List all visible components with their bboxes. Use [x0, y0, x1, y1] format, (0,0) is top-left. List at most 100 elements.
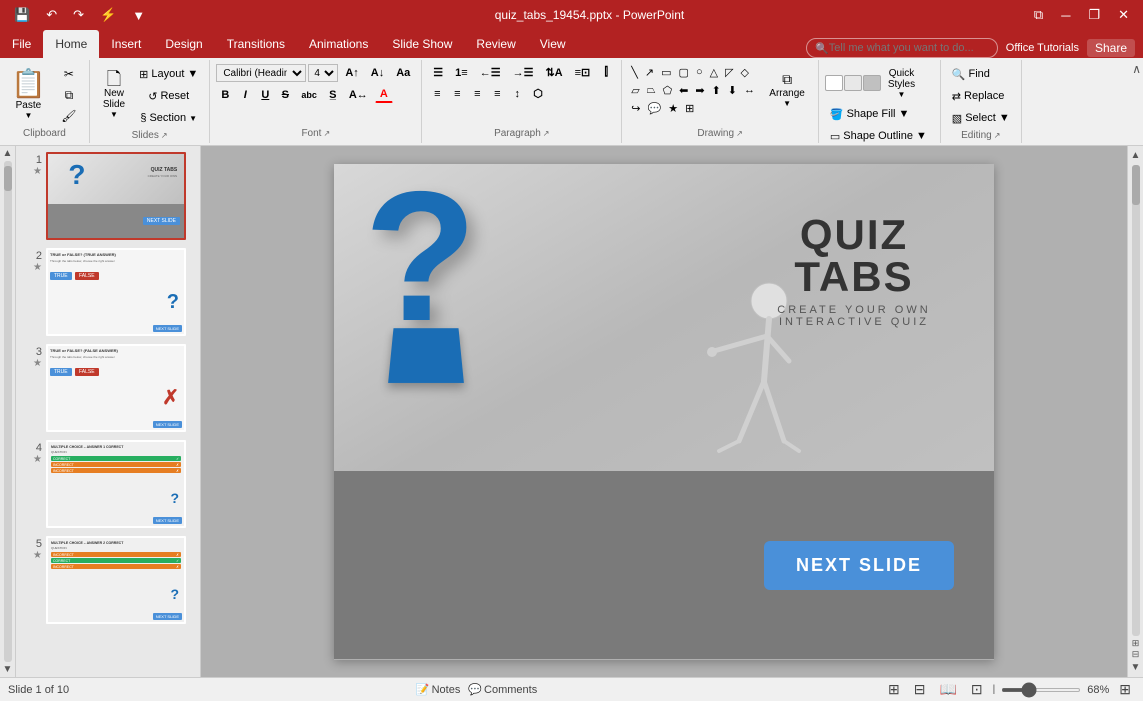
- slide-thumbnail-3[interactable]: 3 ★ TRUE or FALSE? (FALSE ANSWER) Throug…: [20, 342, 196, 434]
- format-painter-button[interactable]: 🖌: [55, 106, 83, 126]
- section-button[interactable]: § Section ▼: [134, 108, 203, 128]
- decrease-indent-button[interactable]: ←☰: [475, 64, 506, 81]
- tab-insert[interactable]: Insert: [99, 30, 153, 58]
- slide-thumb-img-1[interactable]: ? QUIZ TABS CREATE YOUR OWN NEXT SLIDE: [46, 152, 186, 240]
- small-caps-button[interactable]: abc: [296, 88, 322, 102]
- oval-shape-button[interactable]: ○: [693, 64, 706, 81]
- save-button[interactable]: 💾: [8, 5, 36, 25]
- bold-button[interactable]: B: [216, 87, 234, 103]
- replace-button[interactable]: ⇄ Replace: [947, 86, 1010, 106]
- find-button[interactable]: 🔍 Find: [947, 64, 995, 84]
- undo-button[interactable]: ↶: [40, 5, 63, 25]
- rounded-rect-button[interactable]: ▢: [676, 64, 692, 81]
- smart-art-button[interactable]: ⬡: [528, 85, 548, 102]
- copy-button[interactable]: ⧉: [55, 85, 83, 105]
- triangle-shape-button[interactable]: △: [707, 64, 721, 81]
- collapse-ribbon-button[interactable]: ∧: [1132, 62, 1141, 76]
- rect-shape-button[interactable]: ▭: [658, 64, 674, 81]
- strikethrough-button[interactable]: S: [276, 87, 294, 103]
- tab-view[interactable]: View: [528, 30, 578, 58]
- arrange-button[interactable]: ⧉ Arrange ▼: [762, 64, 812, 114]
- slide-thumb-img-3[interactable]: TRUE or FALSE? (FALSE ANSWER) Through th…: [46, 344, 186, 432]
- help-search-input[interactable]: [829, 42, 989, 54]
- slide-thumb-img-2[interactable]: TRUE or FALSE? (TRUE ANSWER) Through the…: [46, 248, 186, 336]
- slides-expand-icon[interactable]: ↗: [161, 131, 168, 140]
- paste-button[interactable]: 📋 Paste ▼: [6, 64, 51, 126]
- scroll-to-top-button[interactable]: ⊞: [1132, 638, 1140, 649]
- italic-button[interactable]: I: [236, 87, 254, 103]
- right-scroll-up[interactable]: ▲: [1129, 148, 1143, 163]
- line-shape-button[interactable]: ╲: [628, 64, 641, 81]
- lrarrow-button[interactable]: ↔: [741, 82, 758, 99]
- tab-design[interactable]: Design: [153, 30, 214, 58]
- shape-outline-button[interactable]: ▭ Shape Outline ▼: [825, 126, 932, 146]
- decrease-font-button[interactable]: A↓: [366, 65, 389, 81]
- quick-styles-dropdown[interactable]: ▼: [898, 90, 906, 99]
- char-spacing-button[interactable]: A↔: [344, 87, 373, 103]
- paste-dropdown-icon[interactable]: ▼: [24, 111, 32, 120]
- slideshow-view-button[interactable]: ⊡: [967, 679, 987, 700]
- bullets-button[interactable]: ☰: [428, 64, 448, 81]
- diamond-shape-button[interactable]: ◇: [738, 64, 752, 81]
- window-restore-button[interactable]: ⧉: [1028, 5, 1049, 25]
- new-slide-dropdown[interactable]: ▼: [110, 110, 118, 119]
- quick-styles-more-button[interactable]: QuickStyles ▼: [885, 64, 918, 102]
- numbering-button[interactable]: 1≡: [450, 65, 473, 81]
- fit-window-button[interactable]: ⊞: [1115, 679, 1135, 700]
- layout-button[interactable]: ⊞ Layout ▼: [134, 64, 203, 84]
- editing-expand-icon[interactable]: ↗: [994, 131, 1001, 140]
- new-slide-button[interactable]: 🗋 NewSlide ▼: [96, 64, 132, 124]
- darrow-button[interactable]: ⬇: [725, 82, 740, 99]
- trapezoid-button[interactable]: ⏢: [644, 82, 659, 99]
- style-swatch-3[interactable]: [863, 75, 881, 91]
- rarrow-button[interactable]: ➡: [692, 82, 707, 99]
- callout-button[interactable]: 💬: [645, 100, 665, 117]
- style-swatch-2[interactable]: [844, 75, 862, 91]
- star-button[interactable]: ★: [665, 100, 681, 117]
- style-swatch-1[interactable]: [825, 75, 843, 91]
- align-text-button[interactable]: ≡⊡: [570, 64, 596, 81]
- customize-quick-access-button[interactable]: ⚡: [94, 5, 122, 25]
- reading-view-button[interactable]: 📖: [935, 679, 960, 700]
- text-shadow-button[interactable]: S̲: [324, 87, 342, 103]
- window-close-button[interactable]: ✕: [1112, 5, 1135, 25]
- quick-access-dropdown-button[interactable]: ▼: [126, 6, 151, 25]
- larrow-button[interactable]: ⬅: [676, 82, 691, 99]
- paragraph-expand-icon[interactable]: ↗: [543, 129, 550, 138]
- select-button[interactable]: ▧ Select ▼: [947, 108, 1015, 128]
- slide-thumbnail-4[interactable]: 4 ★ MULTIPLE CHOICE – ANSWER 1 CORRECT Q…: [20, 438, 196, 530]
- pentagon-button[interactable]: ⬠: [660, 82, 676, 99]
- panel-scroll-down[interactable]: ▼: [3, 664, 13, 675]
- shape-fill-button[interactable]: 🪣 Shape Fill ▼: [825, 104, 915, 124]
- justify-button[interactable]: ≡: [488, 86, 506, 102]
- share-button[interactable]: Share: [1087, 39, 1135, 57]
- slide-thumbnail-2[interactable]: 2 ★ TRUE or FALSE? (TRUE ANSWER) Through…: [20, 246, 196, 338]
- panel-scroll-thumb[interactable]: [4, 166, 12, 191]
- right-scroll-thumb[interactable]: [1132, 165, 1140, 205]
- notes-button[interactable]: 📝 Notes: [416, 683, 460, 696]
- slide-thumbnail-5[interactable]: 5 ★ MULTIPLE CHOICE – ANSWER 2 CORRECT Q…: [20, 534, 196, 626]
- text-direction-button[interactable]: ⇅A: [540, 64, 567, 81]
- window-minimize-button[interactable]: ─: [1055, 6, 1076, 25]
- uarrow-button[interactable]: ⬆: [709, 82, 724, 99]
- slide-thumb-img-4[interactable]: MULTIPLE CHOICE – ANSWER 1 CORRECT QUEST…: [46, 440, 186, 528]
- bend-arrow-button[interactable]: ↪: [628, 100, 643, 117]
- columns-button[interactable]: ⫿: [597, 64, 615, 81]
- panel-scroll-up[interactable]: ▲: [3, 148, 13, 159]
- parallelogram-button[interactable]: ▱: [628, 82, 642, 99]
- increase-indent-button[interactable]: →☰: [508, 64, 539, 81]
- arrange-dropdown[interactable]: ▼: [783, 99, 791, 108]
- reset-button[interactable]: ↺ Reset: [134, 86, 203, 106]
- align-left-button[interactable]: ≡: [428, 86, 446, 102]
- align-right-button[interactable]: ≡: [468, 86, 486, 102]
- underline-button[interactable]: U: [256, 87, 274, 103]
- tab-file[interactable]: File: [0, 30, 43, 58]
- align-center-button[interactable]: ≡: [448, 86, 466, 102]
- normal-view-button[interactable]: ⊞: [884, 679, 904, 700]
- tab-animations[interactable]: Animations: [297, 30, 380, 58]
- slide-sorter-button[interactable]: ⊟: [910, 679, 930, 700]
- tab-home[interactable]: Home: [43, 30, 99, 58]
- rtriangle-shape-button[interactable]: ◸: [722, 64, 736, 81]
- tab-transitions[interactable]: Transitions: [215, 30, 297, 58]
- slide-thumbnail-1[interactable]: 1 ★ ? QUIZ TABS CREATE YOUR OWN NEXT SLI…: [20, 150, 196, 242]
